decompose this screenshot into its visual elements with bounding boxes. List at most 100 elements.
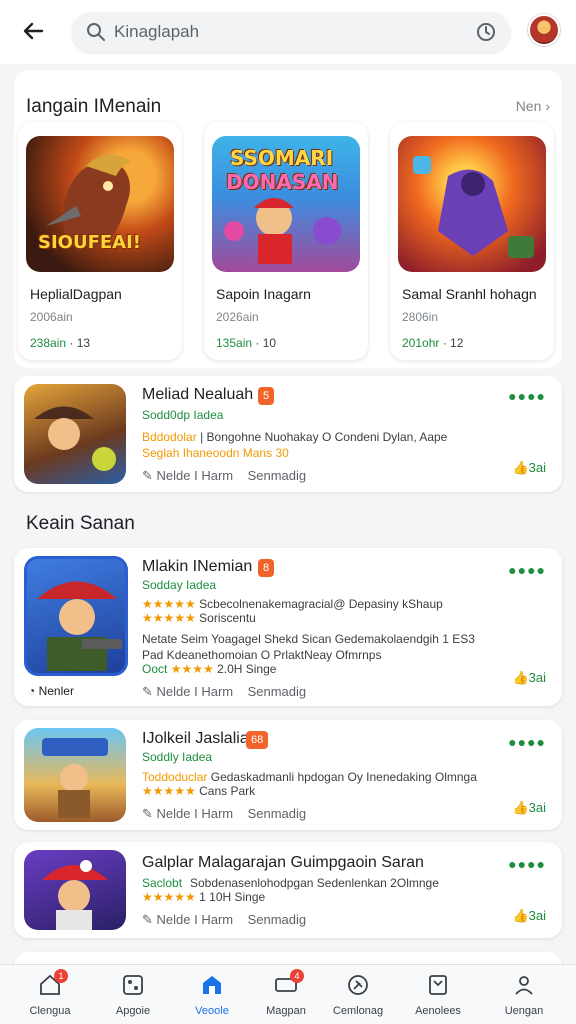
app-name: IJolkeil Jaslalia: [142, 730, 249, 747]
description-line: Bddodolar | Bongohne Nuohakay O Condeni …: [142, 430, 448, 444]
developer-name: Sodday Iadea: [142, 578, 217, 592]
card-title: Samal Sranhl hohagn: [402, 286, 537, 302]
ninja-character-image: [413, 156, 534, 258]
description-line: ★★★★★ Cans Park: [142, 784, 256, 798]
description-line: Netate Seim Yoagagel Shekd Sican Gedemak…: [142, 632, 475, 646]
app-icon: [24, 850, 126, 930]
search-icon: [87, 23, 105, 41]
search-bar[interactable]: Kinaglapah: [72, 12, 510, 52]
app-icon: [24, 728, 126, 822]
card-meta: 238ain · 13: [30, 336, 91, 350]
more-options-icon[interactable]: ●●●●: [508, 734, 546, 750]
adventure-character-image: [42, 738, 108, 818]
list-item[interactable]: Mlakin INemian 8 Sodday Iadea ★★★★★ Scbe…: [14, 548, 562, 706]
clock-icon: ◔: [28, 684, 36, 698]
install-button[interactable]: 👍3ai: [512, 908, 546, 924]
featured-card[interactable]: Samal Sranhl hohagn 2806in 201ohr · 12: [390, 122, 554, 360]
thumbs-up-icon: 👍: [512, 800, 529, 815]
search-input[interactable]: Kinaglapah: [114, 22, 199, 42]
install-button[interactable]: 👍3ai: [512, 800, 546, 816]
star-rating-icon: ★★★★★: [142, 611, 196, 625]
list-item[interactable]: IJolkeil Jaslalia 68 Soddly Iadea Toddod…: [14, 720, 562, 830]
description-line: Pad Kdeanethomoian O PrlaktNeay Ofmrnps: [142, 648, 382, 662]
developer-name: Soddly Iadea: [142, 750, 213, 764]
card-meta: 201ohr · 12: [402, 336, 464, 350]
nav-item-library[interactable]: Aenolees: [402, 973, 474, 1021]
card-subtitle: 2806in: [402, 310, 439, 324]
developer-name: Sodd0dp Iadea: [142, 408, 224, 422]
app-icon: [24, 384, 126, 484]
rating-badge: 68: [246, 731, 269, 749]
more-options-icon[interactable]: ●●●●: [508, 388, 546, 404]
store-icon: [203, 976, 221, 994]
rating-badge: 8: [258, 559, 275, 577]
tag-icon: ✎: [142, 468, 153, 483]
app-name: Galplar Malagarajan Guimpgaoin Saran: [142, 854, 424, 871]
tag-icon: ✎: [142, 684, 153, 699]
mushroom-hat-character-image: [42, 860, 108, 930]
notification-badge: 1: [54, 969, 68, 983]
list-item[interactable]: Galplar Malagarajan Guimpgaoin Saran Sac…: [14, 842, 562, 938]
arrow-left-icon: [23, 22, 44, 40]
star-rating-icon: ★★★★★: [142, 784, 196, 798]
star-rating-icon: ★★★★★: [142, 597, 196, 611]
app-icon: [24, 556, 128, 676]
developer-tag: ◔ Nenler: [28, 684, 74, 698]
compass-icon: [348, 975, 368, 995]
nav-item-explore[interactable]: Cemlonag: [322, 973, 394, 1021]
avatar[interactable]: [528, 14, 560, 46]
nav-item-apps[interactable]: Apgoie: [97, 973, 169, 1021]
description-line: ★★★★★ Scbecolnenakemagracial@ Depasiny k…: [142, 597, 443, 611]
description-line: Seglah Ihaneoodn Mans 30: [142, 446, 289, 460]
cowboy-gunner-image: [37, 581, 122, 671]
game-artwork: SSOMARI DONASAN: [212, 136, 360, 272]
more-options-icon[interactable]: ●●●●: [508, 562, 546, 578]
notification-badge: 4: [290, 969, 304, 983]
description-line: Toddoduclar Gedaskadmanli hpdogan Oy Ine…: [142, 770, 477, 784]
thumbs-up-icon: 👍: [512, 908, 529, 923]
install-button[interactable]: 👍3ai: [512, 460, 546, 476]
game-artwork: SIOUFEAI!: [26, 136, 174, 272]
app-footer: ✎ Nelde I Harm Senmadig: [142, 468, 307, 483]
chevron-right-icon: ›: [545, 98, 550, 114]
thumbs-up-icon: 👍: [512, 460, 529, 475]
description-line: Sobdenasenlohodpgan Sedenlenkan 2Olmnge: [190, 876, 439, 890]
nav-item-home[interactable]: 1 Clengua: [14, 969, 86, 1021]
app-footer: ✎ Nelde I Harm Senmadig: [142, 806, 307, 821]
list-item[interactable]: Meliad Nealuah 5 Sodd0dp Iadea Bddodolar…: [14, 376, 562, 492]
history-icon[interactable]: [476, 22, 496, 42]
featured-card[interactable]: SSOMARI DONASAN Sapoin Inagarn 2026ain 1…: [204, 122, 368, 360]
thumbs-up-icon: 👍: [512, 670, 529, 685]
nav-item-store[interactable]: Veoole: [176, 973, 248, 1021]
tag-icon: ✎: [142, 912, 153, 927]
developer-name: Saclobt: [142, 876, 183, 890]
rating-badge: 5: [258, 387, 275, 405]
install-button[interactable]: 👍3ai: [512, 670, 546, 686]
app-name: Meliad Nealuah: [142, 386, 254, 403]
app-footer: ✎ Nelde I Harm Senmadig: [142, 912, 307, 927]
game-artwork: [398, 136, 546, 272]
card-meta: 135ain · 10: [216, 336, 277, 350]
app-footer: ✎ Nelde I Harm Senmadig: [142, 684, 307, 699]
card-subtitle: 2026ain: [216, 310, 259, 324]
star-rating-icon: ★★★★★: [142, 890, 196, 904]
hero-character-image: [224, 198, 341, 264]
back-button[interactable]: [18, 16, 48, 46]
apps-icon: [123, 975, 143, 995]
nav-item-tickets[interactable]: 4 Magpan: [250, 969, 322, 1021]
description-line: Ooct ★★★★ 2.0H Singe: [142, 662, 277, 676]
nav-item-profile[interactable]: Uengan: [488, 973, 560, 1021]
library-icon: [429, 975, 447, 995]
more-options-icon[interactable]: ●●●●: [508, 856, 546, 872]
section-title: Iangain IMenain: [26, 96, 162, 117]
featured-section: Iangain IMenain Nen › SIOUFEAI! HeplialD…: [14, 70, 562, 368]
see-more-link[interactable]: Nen ›: [516, 98, 550, 114]
card-subtitle: 2006ain: [30, 310, 73, 324]
bottom-navigation: 1 Clengua Apgoie Veoole 4 Magpan Cemlona…: [0, 964, 576, 1024]
section-title: Keain Sanan: [26, 513, 135, 534]
featured-card[interactable]: SIOUFEAI! HeplialDagpan 2006ain 238ain ·…: [18, 122, 182, 360]
cowboy-character-image: [34, 406, 116, 471]
profile-icon: [515, 976, 533, 995]
top-bar: Kinaglapah: [0, 0, 576, 64]
app-name: Mlakin INemian: [142, 558, 253, 575]
